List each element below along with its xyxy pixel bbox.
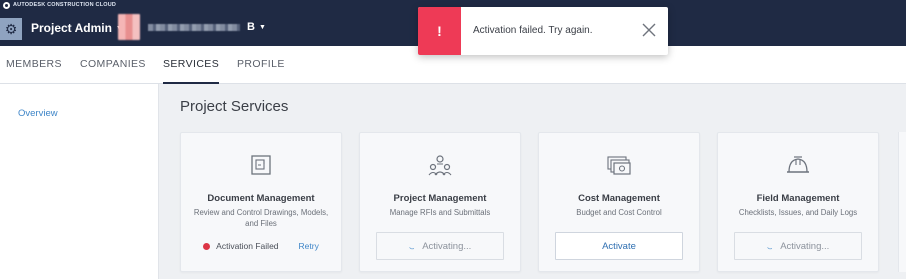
sidebar: Overview: [0, 84, 159, 279]
account-dropdown[interactable]: B ▼: [247, 21, 266, 33]
card-title: Cost Management: [578, 193, 660, 204]
account-name-redacted[interactable]: [148, 24, 240, 31]
tab-profile[interactable]: PROFILE: [237, 46, 285, 84]
service-card-project-management: Project Management Manage RFIs and Submi…: [359, 132, 521, 272]
brand-name: AUTODESK CONSTRUCTION CLOUD: [13, 2, 117, 8]
chevron-down-icon: ▼: [258, 23, 266, 31]
activation-failed-text: Activation Failed: [216, 241, 279, 251]
sidebar-item-overview[interactable]: Overview: [18, 108, 58, 119]
tab-members[interactable]: MEMBERS: [6, 46, 62, 84]
card-description: Review and Control Drawings, Models, and…: [193, 208, 329, 228]
account-suffix-label: B: [247, 21, 255, 33]
activating-label: Activating...: [780, 240, 830, 252]
service-card-cost-management: Cost Management Budget and Cost Control …: [538, 132, 700, 272]
card-description: Checklists, Issues, and Daily Logs: [738, 208, 858, 217]
activating-button: ◟ Activating...: [376, 232, 504, 260]
tab-companies[interactable]: COMPANIES: [80, 46, 146, 84]
activate-button[interactable]: Activate: [555, 232, 683, 260]
page-title: Project Services: [180, 98, 289, 115]
autodesk-logo-icon: [3, 1, 10, 9]
error-toast: ! Activation failed. Try again.: [418, 7, 668, 55]
tab-services[interactable]: SERVICES: [163, 46, 220, 84]
account-avatar[interactable]: [118, 14, 140, 40]
project-management-icon: [428, 155, 452, 176]
cost-management-icon: [607, 156, 631, 175]
retry-link[interactable]: Retry: [299, 241, 319, 251]
brand: AUTODESK CONSTRUCTION CLOUD: [3, 1, 116, 9]
service-card-partial: [898, 132, 906, 272]
card-description: Budget and Cost Control: [576, 208, 662, 217]
project-admin-dropdown[interactable]: Project Admin ▼: [31, 21, 123, 35]
gear-icon[interactable]: ⚙: [0, 18, 22, 40]
service-card-field-management: Field Management Checklists, Issues, and…: [717, 132, 879, 272]
service-card-document-management: Document Management Review and Control D…: [180, 132, 342, 272]
field-management-icon: [787, 156, 809, 173]
spinner-icon: ◟: [764, 240, 773, 251]
close-icon[interactable]: [640, 21, 658, 39]
error-dot-icon: [203, 242, 211, 250]
document-management-icon: [251, 155, 271, 175]
card-title: Field Management: [756, 193, 840, 204]
alert-icon: !: [418, 7, 461, 55]
project-admin-label: Project Admin: [31, 21, 112, 35]
card-title: Document Management: [207, 193, 315, 204]
spinner-icon: ◟: [406, 240, 415, 251]
activation-status: Activation Failed Retry: [181, 240, 341, 252]
toast-message: Activation failed. Try again.: [473, 25, 593, 36]
activating-button: ◟ Activating...: [734, 232, 862, 260]
activating-label: Activating...: [422, 240, 472, 252]
card-description: Manage RFIs and Submittals: [389, 208, 491, 217]
card-title: Project Management: [393, 193, 487, 204]
